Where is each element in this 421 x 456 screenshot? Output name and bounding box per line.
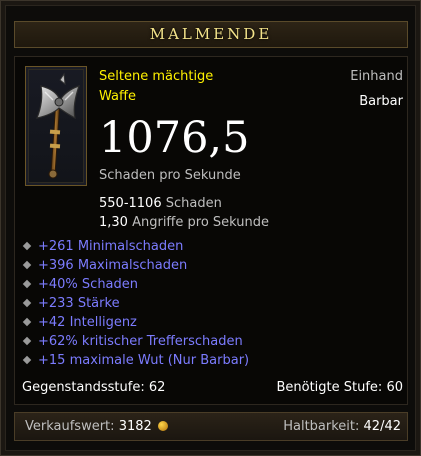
item-level-label: Gegenstandsstufe:	[22, 380, 145, 395]
axe-icon	[36, 72, 80, 179]
bullet-icon	[22, 241, 32, 251]
item-class: Barbar	[359, 94, 403, 109]
required-level-label: Benötigte Stufe:	[276, 380, 383, 395]
item-name-header: MALMENDE	[14, 21, 408, 48]
affix-item: +396 Maximalschaden	[19, 256, 249, 275]
affix-item: +42 Intelligenz	[19, 313, 249, 332]
durability-label: Haltbarkeit:	[283, 419, 360, 434]
bullet-icon	[22, 336, 32, 346]
sell-value-amount: 3182	[118, 419, 152, 434]
affix-item: +261 Minimalschaden	[19, 237, 249, 256]
affix-item: +15 maximale Wut (Nur Barbar)	[19, 351, 249, 370]
item-level: Gegenstandsstufe: 62	[22, 380, 165, 395]
rarity-line-2: Waffe	[99, 89, 136, 104]
sell-value: Verkaufswert: 3182	[25, 419, 168, 434]
damage-line: 550-1106 Schaden	[99, 196, 222, 211]
aps-value: 1,30	[99, 215, 128, 230]
bullet-icon	[22, 279, 32, 289]
affix-item: +62% kritischer Trefferschaden	[19, 332, 249, 351]
item-name: MALMENDE	[149, 25, 273, 43]
gold-coin-icon	[157, 421, 168, 431]
rarity-line-1: Seltene mächtige	[99, 69, 214, 84]
item-tooltip: MALMENDE Seltene mächtige Waffe Einhand …	[0, 0, 421, 456]
required-level-value: 60	[386, 380, 403, 395]
sell-value-label: Verkaufswert:	[25, 419, 115, 434]
damage-label: Schaden	[165, 196, 222, 211]
durability-value: 42/42	[363, 419, 401, 434]
required-level: Benötigte Stufe: 60	[276, 380, 403, 395]
affix-item: +40% Schaden	[19, 275, 249, 294]
damage-value: 550-1106	[99, 196, 162, 211]
tooltip-footer: Verkaufswert: 3182 Haltbarkeit: 42/42	[14, 412, 408, 441]
bullet-icon	[22, 317, 32, 327]
bullet-icon	[22, 298, 32, 308]
aps-label: Angriffe pro Sekunde	[132, 215, 270, 230]
item-slot: Einhand	[350, 69, 403, 84]
dps-value: 1076,5	[99, 113, 250, 163]
item-image-frame	[25, 66, 87, 186]
item-rarity: Seltene mächtige Waffe	[99, 67, 213, 107]
affix-item: +233 Stärke	[19, 294, 249, 313]
attacks-per-second-line: 1,30 Angriffe pro Sekunde	[99, 215, 269, 230]
item-level-value: 62	[148, 380, 166, 395]
bullet-icon	[22, 355, 32, 365]
affix-list: +261 Minimalschaden +396 Maximalschaden …	[19, 237, 249, 370]
bullet-icon	[22, 260, 32, 270]
dps-label: Schaden pro Sekunde	[99, 168, 241, 183]
durability: Haltbarkeit: 42/42	[283, 419, 401, 434]
item-image-background	[28, 69, 84, 183]
